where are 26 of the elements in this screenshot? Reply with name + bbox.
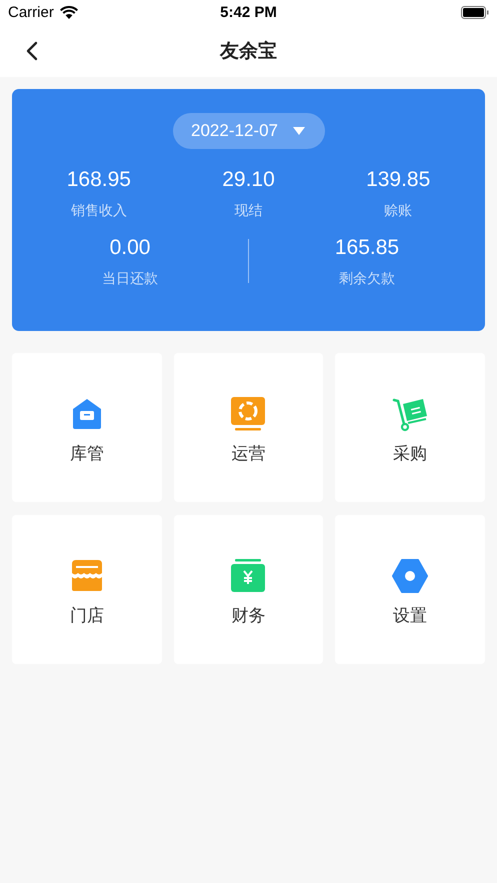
- stat-value: 29.10: [221, 167, 276, 193]
- menu-tile[interactable]: 运营: [174, 353, 324, 502]
- menu-tile[interactable]: 门店: [12, 515, 162, 664]
- stat-label: 赊账: [383, 201, 414, 219]
- stat-label: 销售收入: [70, 201, 128, 219]
- hexagon-icon: [392, 558, 428, 594]
- cart-icon: [392, 396, 428, 432]
- wallet-icon: [230, 558, 266, 594]
- page-title: 友余宝: [220, 40, 277, 64]
- clock-time: 5:42 PM: [220, 4, 277, 21]
- stat-label: 剩余欠款: [338, 269, 396, 287]
- wifi-icon: [60, 6, 78, 19]
- stat-value: 139.85: [365, 167, 432, 193]
- stat-value: 0.00: [108, 235, 152, 261]
- menu-tile[interactable]: 设置: [335, 515, 485, 664]
- caret-icon: [292, 126, 306, 136]
- battery-icon: [461, 6, 489, 19]
- stat-value: 168.95: [66, 167, 132, 193]
- menu-tile[interactable]: 财务: [174, 515, 324, 664]
- menu-tile[interactable]: 采购: [335, 353, 485, 502]
- stat-value: 165.85: [334, 235, 400, 261]
- menu-tile[interactable]: 库管: [12, 353, 162, 502]
- stat-label: 当日还款: [101, 269, 159, 287]
- monitor-icon: [230, 396, 266, 432]
- carrier-name: Carrier: [8, 4, 54, 21]
- stat-label: 现结: [234, 201, 264, 219]
